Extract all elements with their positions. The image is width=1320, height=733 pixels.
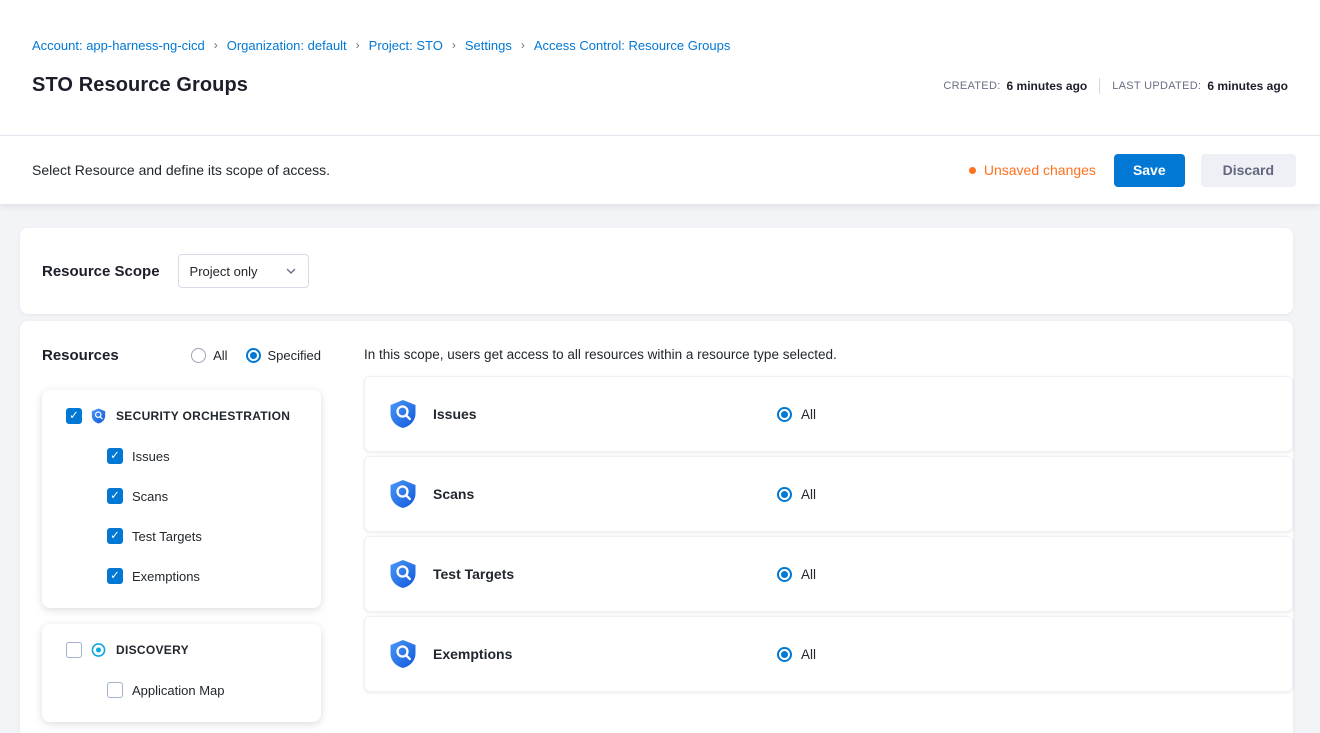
page-title: STO Resource Groups [32, 74, 248, 97]
resource-scope-select[interactable]: Project only [178, 254, 309, 288]
item-label: Exemptions [132, 569, 200, 584]
meta-divider [1099, 78, 1100, 94]
sto-shield-icon [389, 399, 419, 429]
resources-header: Resources All Specified [42, 347, 321, 364]
resource-row: Test Targets All [364, 536, 1293, 612]
chevron-right-icon: › [214, 38, 218, 53]
row-access: All [777, 407, 816, 422]
resource-scope-label: Resource Scope [42, 263, 160, 280]
group-header: DISCOVERY [66, 642, 305, 658]
item-label: Issues [132, 449, 170, 464]
scope-description: In this scope, users get access to all r… [364, 347, 1293, 362]
resources-section: Resources All Specified SECURIT [20, 321, 1293, 733]
sto-shield-icon [91, 408, 106, 424]
unsaved-changes-label: Unsaved changes [984, 162, 1096, 178]
resources-panel: Resources All Specified SECURIT [20, 321, 341, 733]
updated-label: LAST UPDATED: [1112, 80, 1201, 92]
chevron-right-icon: › [521, 38, 525, 53]
created-label: CREATED: [943, 80, 1000, 92]
group-label: SECURITY ORCHESTRATION [116, 409, 290, 423]
created-value: 6 minutes ago [1007, 79, 1088, 93]
title-row: STO Resource Groups CREATED: 6 minutes a… [32, 74, 1288, 97]
breadcrumb-link[interactable]: Account: app-harness-ng-cicd [32, 38, 205, 53]
row-access-label: All [801, 407, 816, 422]
group-item: Exemptions [107, 568, 305, 584]
breadcrumb-link[interactable]: Organization: default [227, 38, 347, 53]
row-label: Exemptions [433, 646, 777, 662]
group-item: Issues [107, 448, 305, 464]
item-checkbox[interactable] [107, 488, 123, 504]
toolbar-actions: Unsaved changes Save Discard [969, 154, 1296, 187]
discovery-icon [91, 642, 106, 658]
row-label: Test Targets [433, 566, 777, 582]
row-access-radio[interactable] [777, 567, 792, 582]
item-label: Scans [132, 489, 168, 504]
resource-group-card: SECURITY ORCHESTRATION Issues Scans Test… [42, 390, 321, 608]
radio-all-label: All [213, 348, 227, 363]
item-checkbox[interactable] [107, 682, 123, 698]
group-item: Scans [107, 488, 305, 504]
resource-group-card: DISCOVERY Application Map [42, 624, 321, 722]
item-checkbox[interactable] [107, 568, 123, 584]
item-label: Test Targets [132, 529, 202, 544]
save-button[interactable]: Save [1114, 154, 1185, 187]
group-checkbox[interactable] [66, 642, 82, 658]
radio-specified-icon[interactable] [246, 348, 261, 363]
radio-option-specified[interactable]: Specified [246, 348, 321, 363]
unsaved-changes-indicator: Unsaved changes [969, 162, 1096, 178]
toolbar-description: Select Resource and define its scope of … [32, 162, 330, 178]
group-item: Test Targets [107, 528, 305, 544]
row-access-label: All [801, 487, 816, 502]
item-checkbox[interactable] [107, 528, 123, 544]
main-content: Resource Scope Project only Resources Al… [0, 204, 1320, 733]
page-header: Account: app-harness-ng-cicd › Organizatio… [0, 0, 1320, 136]
radio-specified-label: Specified [268, 348, 321, 363]
row-label: Scans [433, 486, 777, 502]
row-access-label: All [801, 647, 816, 662]
radio-option-all[interactable]: All [191, 348, 227, 363]
group-items: Issues Scans Test Targets Exemptions [66, 448, 305, 584]
row-access: All [777, 647, 816, 662]
unsaved-dot-icon [969, 167, 976, 174]
toolbar: Select Resource and define its scope of … [0, 136, 1320, 204]
row-access: All [777, 567, 816, 582]
radio-all-icon[interactable] [191, 348, 206, 363]
resources-mode-radios: All Specified [191, 348, 321, 363]
row-access: All [777, 487, 816, 502]
resource-scope-value: Project only [190, 264, 258, 279]
row-access-radio[interactable] [777, 647, 792, 662]
group-item: Application Map [107, 682, 305, 698]
chevron-down-icon [285, 265, 297, 277]
resource-group-list: SECURITY ORCHESTRATION Issues Scans Test… [42, 390, 321, 722]
header-meta: CREATED: 6 minutes ago LAST UPDATED: 6 m… [943, 78, 1288, 94]
breadcrumb: Account: app-harness-ng-cicd › Organizatio… [32, 0, 1288, 53]
item-checkbox[interactable] [107, 448, 123, 464]
item-label: Application Map [132, 683, 225, 698]
breadcrumb-link[interactable]: Access Control: Resource Groups [534, 38, 731, 53]
group-header: SECURITY ORCHESTRATION [66, 408, 305, 424]
resource-row: Issues All [364, 376, 1293, 452]
row-label: Issues [433, 406, 777, 422]
chevron-right-icon: › [356, 38, 360, 53]
row-access-radio[interactable] [777, 407, 792, 422]
chevron-right-icon: › [452, 38, 456, 53]
scope-detail-panel: In this scope, users get access to all r… [341, 321, 1293, 720]
resource-row: Scans All [364, 456, 1293, 532]
updated-value: 6 minutes ago [1207, 79, 1288, 93]
group-label: DISCOVERY [116, 643, 189, 657]
resource-scope-card: Resource Scope Project only [20, 228, 1293, 314]
resource-row: Exemptions All [364, 616, 1293, 692]
breadcrumb-link[interactable]: Project: STO [369, 38, 443, 53]
breadcrumb-link[interactable]: Settings [465, 38, 512, 53]
row-access-radio[interactable] [777, 487, 792, 502]
group-checkbox[interactable] [66, 408, 82, 424]
sto-shield-icon [389, 479, 419, 509]
sto-shield-icon [389, 559, 419, 589]
group-items: Application Map [66, 682, 305, 698]
row-access-label: All [801, 567, 816, 582]
discard-button[interactable]: Discard [1201, 154, 1296, 187]
resource-rows: Issues All Scans All Test Targets All Ex… [364, 376, 1293, 692]
resources-title: Resources [42, 347, 119, 364]
sto-shield-icon [389, 639, 419, 669]
